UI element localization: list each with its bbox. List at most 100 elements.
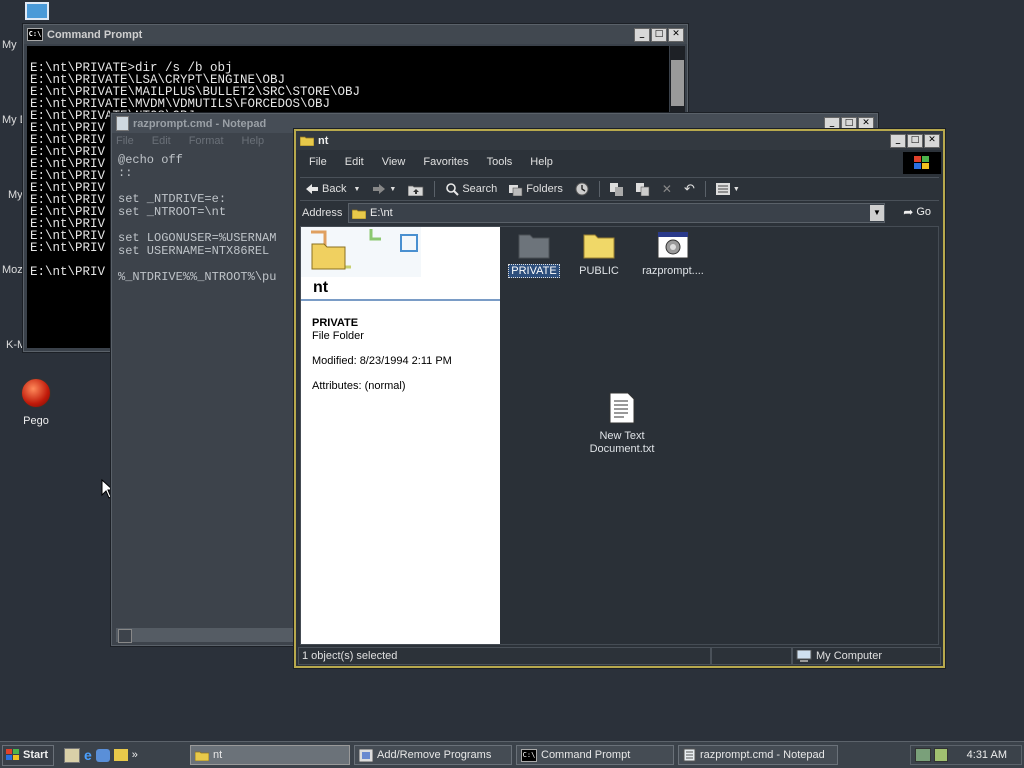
- search-button[interactable]: Search: [440, 179, 502, 199]
- minimize-button[interactable]: _: [890, 133, 906, 148]
- status-selection: 1 object(s) selected: [298, 647, 711, 665]
- taskbar-button-command-prompt[interactable]: C:\ Command Prompt: [516, 745, 674, 765]
- file-item-label: New Text Document.txt: [589, 430, 655, 455]
- taskbar: Start e » nt Add/Remove Programs C:\ Com…: [0, 741, 1024, 768]
- cmd-icon: C:\: [521, 748, 537, 762]
- menu-file[interactable]: File: [116, 135, 134, 147]
- forward-arrow-icon: [373, 184, 386, 194]
- copy-to-icon: [635, 182, 650, 196]
- cmd-script-icon: [657, 231, 689, 259]
- desktop-icon-label[interactable]: My: [2, 39, 17, 51]
- go-arrow-icon: ➦: [903, 205, 914, 219]
- cmd-icon: C:\: [27, 28, 43, 41]
- menu-edit[interactable]: Edit: [336, 156, 373, 168]
- delete-button[interactable]: ✕: [657, 179, 677, 199]
- menu-tools[interactable]: Tools: [478, 156, 522, 168]
- webview-folder-name: nt: [313, 279, 329, 296]
- window-titlebar[interactable]: C:\ Command Prompt _ □ ✕: [24, 25, 687, 44]
- copy-to-button[interactable]: [631, 179, 655, 199]
- windows-logo-icon: [6, 749, 19, 760]
- up-folder-button[interactable]: [403, 179, 429, 199]
- file-item-razprompt[interactable]: razprompt....: [638, 231, 708, 278]
- go-button[interactable]: ➦ Go: [903, 205, 931, 219]
- folders-label: Folders: [526, 183, 563, 195]
- menu-format[interactable]: Format: [189, 135, 224, 147]
- scrollbar-thumb[interactable]: [671, 60, 684, 106]
- address-bar: Address E:\nt ▼ ➦ Go: [300, 202, 939, 224]
- status-size: [711, 647, 792, 665]
- desktop-icon-label: Pego: [23, 415, 49, 427]
- folder-icon: [518, 234, 550, 259]
- search-icon: [446, 183, 460, 196]
- task-label: Command Prompt: [541, 749, 631, 761]
- address-dropdown-button[interactable]: ▼: [870, 205, 884, 221]
- selected-item-name: PRIVATE: [312, 317, 359, 329]
- back-button[interactable]: Back ▼: [300, 179, 365, 199]
- minimize-button[interactable]: _: [634, 27, 650, 42]
- taskbar-button-add-remove-programs[interactable]: Add/Remove Programs: [354, 745, 512, 765]
- address-field[interactable]: E:\nt ▼: [348, 203, 885, 223]
- start-button[interactable]: Start: [2, 744, 54, 766]
- add-remove-programs-icon: [359, 748, 373, 762]
- outlook-express-icon[interactable]: [95, 748, 110, 762]
- taskbar-button-nt[interactable]: nt: [190, 745, 350, 765]
- chevron-down-icon[interactable]: ▼: [353, 186, 360, 193]
- explorer-icon[interactable]: [113, 749, 128, 761]
- explorer-window[interactable]: nt _ □ ✕ File Edit View Favorites Tools …: [294, 129, 945, 668]
- task-label: Add/Remove Programs: [377, 749, 492, 761]
- text-file-icon: [609, 392, 635, 424]
- scroll-left-button[interactable]: [118, 629, 132, 643]
- chevron-down-icon[interactable]: ▼: [389, 186, 396, 193]
- window-titlebar[interactable]: nt _ □ ✕: [296, 131, 943, 150]
- desktop-icon-label[interactable]: Moz: [2, 264, 23, 276]
- clock[interactable]: 4:31 AM: [967, 749, 1007, 761]
- history-button[interactable]: [570, 179, 594, 199]
- notepad-icon: [683, 748, 696, 762]
- menu-help[interactable]: Help: [521, 156, 562, 168]
- file-item-label: PRIVATE: [508, 264, 560, 278]
- window-title: Command Prompt: [47, 28, 143, 41]
- close-button[interactable]: ✕: [924, 133, 940, 148]
- folder-content-area[interactable]: nt PRIVATE File Folder Modified: 8/23/19…: [300, 226, 939, 645]
- maximize-button[interactable]: □: [651, 27, 667, 42]
- file-item-new-text-document[interactable]: New Text Document.txt: [587, 392, 657, 456]
- show-desktop-icon[interactable]: [64, 747, 80, 763]
- search-label: Search: [462, 183, 498, 195]
- big-folder-icon: [311, 243, 346, 270]
- desktop-icon-label[interactable]: My: [8, 189, 23, 201]
- address-label: Address: [302, 207, 343, 219]
- menu-favorites[interactable]: Favorites: [414, 156, 477, 168]
- network-icon[interactable]: [915, 748, 931, 762]
- chevron-more-icon[interactable]: »: [132, 749, 138, 761]
- standard-toolbar: Back ▼ ▼ Search Folders ✕ ↶ ▼: [300, 177, 939, 201]
- back-arrow-icon: [306, 184, 318, 194]
- maximize-button[interactable]: □: [907, 133, 923, 148]
- chevron-down-icon[interactable]: ▼: [733, 186, 740, 193]
- internet-explorer-icon[interactable]: e: [84, 747, 92, 763]
- file-item-label: PUBLIC: [579, 265, 619, 277]
- taskbar-button-notepad[interactable]: razprompt.cmd - Notepad: [678, 745, 838, 765]
- menu-file[interactable]: File: [300, 156, 336, 168]
- move-to-button[interactable]: [605, 179, 629, 199]
- menu-edit[interactable]: Edit: [152, 135, 171, 147]
- desktop-icon-pego[interactable]: Pego: [6, 378, 66, 427]
- file-item-public[interactable]: PUBLIC: [564, 231, 634, 278]
- menu-view[interactable]: View: [373, 156, 415, 168]
- views-icon: [715, 183, 730, 195]
- file-item-label: razprompt....: [642, 265, 704, 277]
- close-button[interactable]: ✕: [668, 27, 684, 42]
- undo-icon: ↶: [683, 181, 695, 196]
- undo-button[interactable]: ↶: [679, 179, 700, 199]
- webview-banner: nt: [301, 227, 500, 301]
- volume-icon[interactable]: [934, 748, 948, 762]
- status-bar: 1 object(s) selected My Computer: [298, 647, 941, 665]
- system-tray: 4:31 AM: [910, 745, 1022, 765]
- menu-help[interactable]: Help: [242, 135, 265, 147]
- views-button[interactable]: ▼: [711, 179, 745, 199]
- folders-button[interactable]: Folders: [504, 179, 568, 199]
- toolbar-separator: [434, 181, 436, 197]
- forward-button[interactable]: ▼: [367, 179, 401, 199]
- desktop-icon-my-computer[interactable]: [25, 2, 49, 20]
- file-item-private[interactable]: PRIVATE: [499, 231, 569, 278]
- webview-info-panel: nt PRIVATE File Folder Modified: 8/23/19…: [301, 227, 500, 644]
